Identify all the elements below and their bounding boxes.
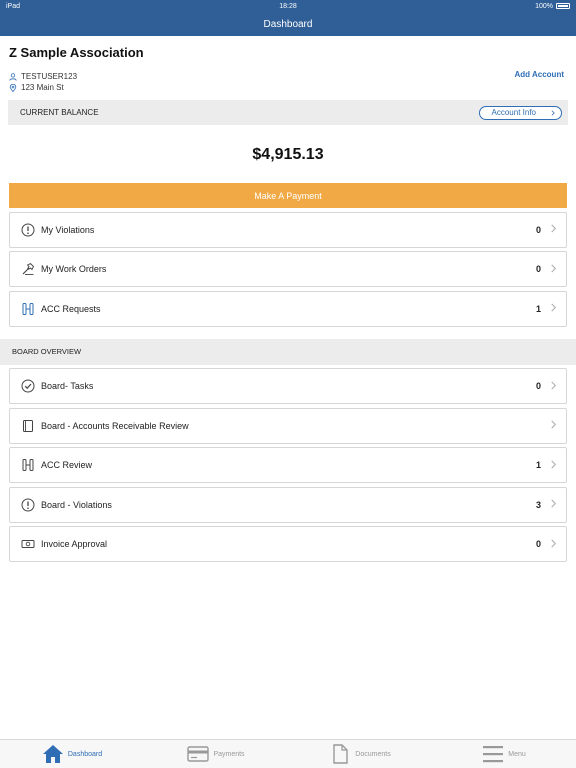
list-item-label: Invoice Approval <box>41 539 108 549</box>
status-time: 18:28 <box>279 2 297 10</box>
list-item-acc-requests[interactable]: ACC Requests 1 <box>9 290 567 327</box>
balance-label: CURRENT BALANCE <box>20 108 99 117</box>
list-item-label: My Violations <box>41 224 95 235</box>
association-name: Z Sample Association <box>9 45 144 60</box>
chevron-right-icon <box>550 381 557 392</box>
tab-bar: Dashboard Payments Documents Menu <box>0 739 576 768</box>
list-item-label: ACC Requests <box>41 303 101 314</box>
balance-amount: $4,915.13 <box>252 146 324 163</box>
board-overview-header: BOARD OVERVIEW <box>0 338 576 365</box>
account-info-label: Account Info <box>491 108 536 117</box>
nav-bar: Dashboard <box>0 12 576 36</box>
make-payment-button[interactable]: Make A Payment <box>9 183 567 208</box>
credit-card-icon <box>187 746 210 762</box>
user-line: TESTUSER123 <box>9 72 567 81</box>
list-item-board-tasks[interactable]: Board- Tasks 0 <box>9 368 567 404</box>
list-item-board-violations[interactable]: Board - Violations 3 <box>9 486 567 523</box>
location-pin-icon <box>9 83 17 92</box>
board-items-list: Board- Tasks 0 Board - Accounts Receivab… <box>0 368 576 562</box>
tab-payments[interactable]: Payments <box>144 740 288 768</box>
username: TESTUSER123 <box>21 72 78 81</box>
list-item-label: Board - Accounts Receivable Review <box>41 420 189 431</box>
list-item-count: 0 <box>535 381 541 391</box>
list-item-my-violations[interactable]: My Violations 0 <box>9 211 567 248</box>
list-item-label: Board - Violations <box>41 499 112 510</box>
chevron-right-icon <box>550 539 557 550</box>
chevron-right-icon <box>550 499 557 510</box>
chevron-right-icon <box>550 303 557 314</box>
balance-bar: CURRENT BALANCE Account Info <box>8 100 568 125</box>
status-bar: iPad 18:28 100% <box>0 0 576 12</box>
document-icon <box>333 744 348 764</box>
chevron-right-icon <box>550 460 557 471</box>
list-item-my-work-orders[interactable]: My Work Orders 0 <box>9 251 567 287</box>
chevron-right-icon <box>550 224 557 235</box>
add-account-link[interactable]: Add Account <box>515 70 564 79</box>
acc-icon <box>20 458 35 473</box>
battery-icon <box>556 3 570 9</box>
account-info-button[interactable]: Account Info <box>478 105 562 120</box>
list-item-count: 1 <box>535 460 541 470</box>
acc-icon <box>20 301 35 316</box>
list-item-label: ACC Review <box>41 460 93 470</box>
chevron-right-icon <box>550 264 557 275</box>
home-icon <box>42 745 63 763</box>
banknote-icon <box>20 537 35 552</box>
address: 123 Main St <box>21 83 64 92</box>
tab-label: Payments <box>213 750 245 758</box>
tab-label: Documents <box>355 750 391 758</box>
tab-label: Dashboard <box>67 750 103 758</box>
exclamation-circle-icon <box>20 497 35 512</box>
list-item-count: 0 <box>535 264 541 274</box>
chevron-right-icon <box>550 420 557 431</box>
check-circle-icon <box>20 379 35 394</box>
list-item-count: 1 <box>535 303 541 314</box>
user-icon <box>9 72 17 81</box>
account-items-list: My Violations 0 My Work Orders 0 ACC Req… <box>0 211 576 327</box>
association-header: Z Sample Association TESTUSER123 123 Mai… <box>0 36 576 100</box>
list-item-label: My Work Orders <box>41 264 107 274</box>
menu-icon <box>483 746 504 763</box>
list-item-count: 0 <box>535 539 541 549</box>
list-item-invoice-approval[interactable]: Invoice Approval 0 <box>9 526 567 562</box>
hammer-icon <box>20 262 35 277</box>
page-title: Dashboard <box>263 18 313 30</box>
tab-menu[interactable]: Menu <box>432 740 576 768</box>
exclamation-circle-icon <box>20 222 35 237</box>
list-item-acc-review[interactable]: ACC Review 1 <box>9 447 567 483</box>
tab-documents[interactable]: Documents <box>288 740 432 768</box>
book-icon <box>20 418 35 433</box>
chevron-right-icon <box>551 109 555 116</box>
list-item-count: 0 <box>535 224 541 235</box>
address-line: 123 Main St <box>9 83 567 92</box>
tab-label: Menu <box>508 750 526 758</box>
list-item-accounts-receivable-review[interactable]: Board - Accounts Receivable Review <box>9 407 567 444</box>
list-item-label: Board- Tasks <box>41 381 94 391</box>
tab-dashboard[interactable]: Dashboard <box>0 740 144 768</box>
list-item-count: 3 <box>535 499 541 510</box>
